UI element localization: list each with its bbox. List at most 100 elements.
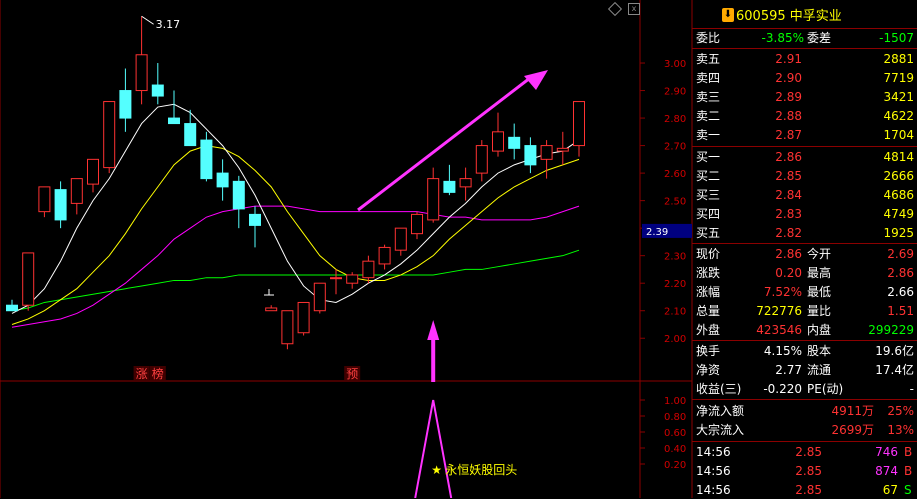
candle-body	[556, 147, 569, 152]
bid-volume: 4686	[883, 188, 914, 202]
ask-price: 2.91	[775, 52, 802, 66]
stat2-value: 4.15%	[763, 344, 802, 358]
trade-time: 14:56	[696, 445, 731, 459]
stat-label: 现价	[696, 247, 721, 261]
ask-label: 卖四	[696, 71, 721, 85]
stat2-value: 2.77	[775, 363, 802, 377]
signal-spike	[414, 399, 453, 498]
price-tick-label: 2.20	[664, 279, 686, 290]
ask-row: 卖四 2.90 7719	[692, 69, 917, 87]
price-tick-label: 2.90	[664, 87, 686, 98]
candle-body	[492, 131, 504, 152]
bid-label: 买一	[696, 150, 721, 164]
candle-body	[394, 227, 407, 251]
trade-side: S	[904, 483, 912, 497]
close-icon[interactable]: x	[628, 3, 640, 15]
stat-value: 299229	[868, 323, 914, 337]
stat-label: 今开	[807, 247, 832, 261]
stock-title: 600595 中孚实业	[736, 9, 842, 24]
trade-price: 2.85	[795, 464, 822, 478]
stock-header[interactable]: ⬇ 600595 中孚实业	[692, 6, 917, 28]
stat-value: 2.86	[887, 266, 914, 280]
candle-body	[524, 145, 537, 166]
ask-row: 卖一 2.87 1704	[692, 126, 917, 144]
ask-price: 2.88	[775, 109, 802, 123]
indicator-tick-label: 0.80	[664, 412, 686, 423]
ask-volume: 3421	[883, 90, 914, 104]
candle-body	[297, 301, 310, 334]
trade-row: 14:56 2.85 67 S	[692, 481, 917, 499]
bid-row: 买三 2.84 4686	[692, 186, 917, 204]
stat-row: 现价 2.86 今开 2.69	[692, 245, 917, 263]
trade-volume: 874	[875, 464, 898, 478]
trade-price: 2.85	[795, 483, 822, 497]
candle-body	[573, 101, 585, 147]
candle-body	[38, 186, 51, 213]
stat2-value: 17.4亿	[875, 363, 914, 377]
stat-row: 总量 722776 量比 1.51	[692, 302, 917, 320]
candle-body	[281, 310, 294, 345]
candle-body	[249, 213, 261, 226]
candle-body	[459, 178, 472, 188]
trade-price: 2.85	[795, 445, 822, 459]
marker-label: 预	[346, 367, 358, 381]
bid-label: 买五	[696, 226, 721, 240]
candle-body	[151, 84, 164, 97]
price-tick-label: 2.30	[664, 252, 686, 263]
candle-body	[103, 101, 116, 169]
high-mark-leader	[141, 15, 154, 25]
stat-label: 最高	[807, 266, 832, 280]
candle-body	[22, 252, 35, 306]
high-mark-label: 3.17	[156, 18, 181, 31]
header-badge-icon: ⬇	[722, 8, 734, 22]
stat-label: 最低	[807, 285, 832, 299]
stat2-value: -	[909, 382, 914, 396]
stat-row: 外盘 423546 内盘 299229	[692, 321, 917, 339]
stat-value: 2.66	[887, 285, 914, 299]
bid-volume: 1925	[883, 226, 914, 240]
bid-row: 买五 2.82 1925	[692, 224, 917, 242]
candle-body	[427, 178, 440, 221]
diamond-icon[interactable]	[607, 1, 623, 17]
ask-volume: 1704	[883, 128, 914, 142]
flow-percent: 25%	[887, 404, 914, 418]
trade-side: B	[904, 445, 913, 459]
stat-value: 1.51	[887, 304, 914, 318]
cross-mark	[264, 289, 274, 296]
ask-volume: 7719	[883, 71, 914, 85]
bid-label: 买二	[696, 169, 721, 183]
flow-value: 2699万	[831, 423, 874, 437]
price-tick-label: 3.00	[664, 59, 686, 70]
flow-value: 4911万	[831, 404, 874, 418]
stat-value: 7.52%	[763, 285, 802, 299]
candle-body	[330, 277, 342, 280]
stat2-label: PE(动)	[807, 382, 844, 396]
bid-row: 买四 2.83 4749	[692, 205, 917, 223]
trade-volume: 67	[882, 483, 898, 497]
candle-body	[70, 178, 83, 204]
candle-body	[411, 213, 423, 235]
indicator-tick-label: 0.20	[664, 460, 686, 471]
trade-time: 14:56	[696, 483, 731, 497]
stat-value: 2.69	[887, 247, 914, 261]
signal-arrow-head	[427, 320, 440, 340]
trade-time: 14:56	[696, 464, 731, 478]
stat-label: 涨幅	[696, 285, 721, 299]
trade-side: B	[904, 464, 913, 478]
trade-row: 14:56 2.85 746 B	[692, 443, 917, 461]
bid-row: 买一 2.86 4814	[692, 148, 917, 166]
star-icon: ★	[431, 463, 442, 477]
bid-volume: 2666	[883, 169, 914, 183]
flow-row: 净流入额 4911万 25%	[692, 402, 917, 420]
flow-percent: 13%	[887, 423, 914, 437]
candle-body	[232, 180, 245, 210]
ask-volume: 2881	[883, 52, 914, 66]
marker-label: 榜	[152, 366, 164, 381]
stat-value: 722776	[756, 304, 802, 318]
stat2-row: 换手 4.15% 股本 19.6亿	[692, 342, 917, 360]
ask-row: 卖五 2.91 2881	[692, 50, 917, 68]
flow-row: 大宗流入 2699万 13%	[692, 421, 917, 439]
stat2-label: 收益(三)	[696, 382, 742, 396]
indicator-tick-label: 1.00	[664, 396, 686, 407]
trade-volume: 746	[875, 445, 898, 459]
